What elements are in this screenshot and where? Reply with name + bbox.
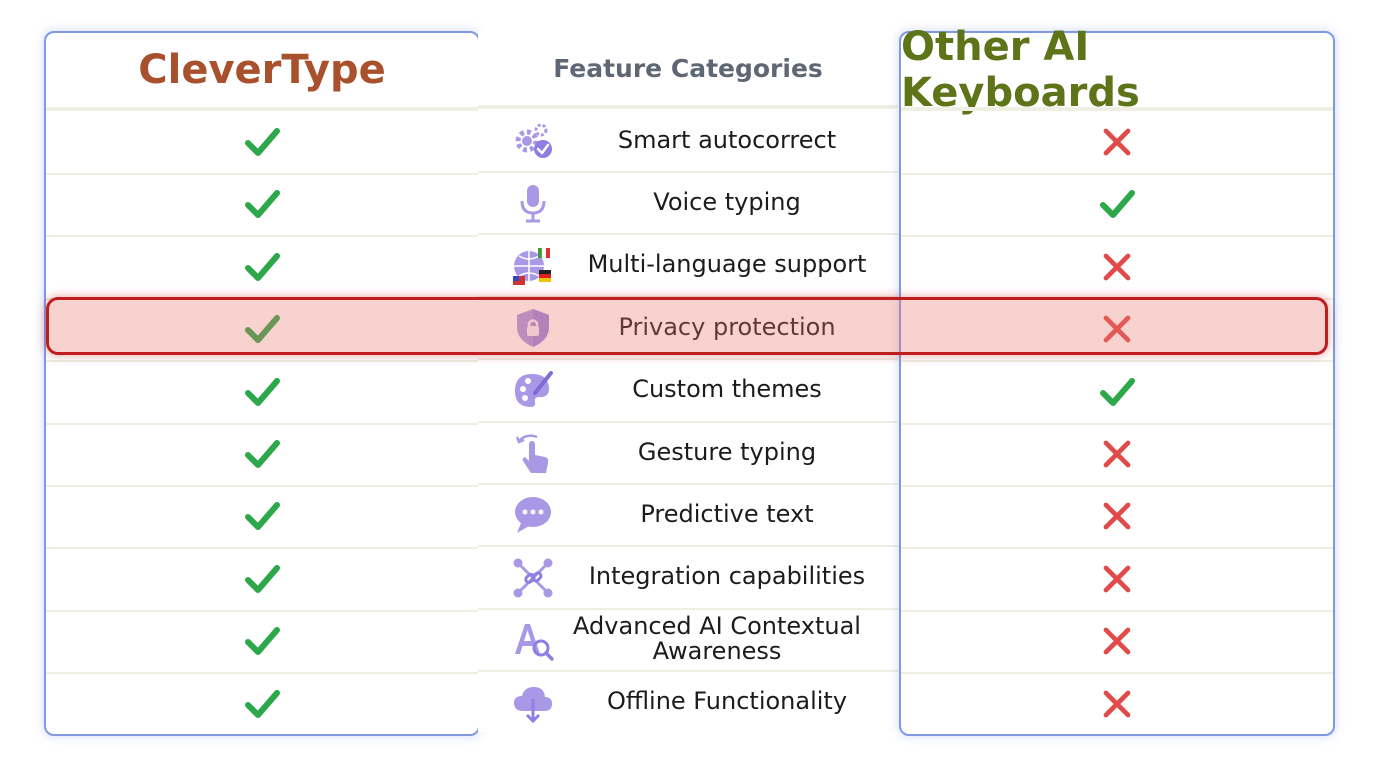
other-keyboards-column: Other AI Keyboards xyxy=(899,24,1335,736)
other-check-icon xyxy=(901,173,1333,238)
feature-row: Advanced AI Contextual Awareness xyxy=(478,608,898,673)
feature-label: Predictive text xyxy=(640,499,814,528)
feature-row: Integration capabilities xyxy=(478,546,898,610)
feature-row: Gesture typing xyxy=(478,421,898,485)
feature-label: Integration capabilities xyxy=(588,562,866,591)
clevertype-check-icon xyxy=(46,236,478,300)
clevertype-check-icon xyxy=(46,673,478,735)
clevertype-check-icon xyxy=(46,423,478,487)
shield-lock-icon xyxy=(510,306,556,350)
feature-row: Privacy protection xyxy=(478,296,898,361)
link-nodes-icon xyxy=(510,556,556,600)
feature-label: Custom themes xyxy=(632,375,822,404)
clevertype-check-icon xyxy=(46,173,478,238)
gears-check-icon xyxy=(510,119,556,163)
feature-label: Voice typing xyxy=(653,187,801,216)
clevertype-check-icon xyxy=(46,298,478,363)
clevertype-column: CleverType xyxy=(44,31,480,736)
feature-label: Offline Functionality xyxy=(606,687,848,716)
other-check-icon xyxy=(901,361,1333,425)
clevertype-check-icon xyxy=(46,485,478,550)
clevertype-check-icon xyxy=(46,610,478,675)
feature-row: Multi-language support xyxy=(478,234,898,298)
feature-row: Offline Functionality xyxy=(478,671,898,733)
feature-label: Smart autocorrect xyxy=(617,125,837,154)
feature-label: Advanced AI Contextual Awareness xyxy=(573,612,861,666)
microphone-icon xyxy=(510,181,556,225)
feature-categories-header: Feature Categories xyxy=(553,53,823,83)
other-keyboards-header: Other AI Keyboards xyxy=(901,24,1140,116)
text-search-icon xyxy=(510,618,556,662)
other-cross-icon xyxy=(901,423,1333,487)
feature-row: Voice typing xyxy=(478,171,898,236)
swipe-hand-icon xyxy=(510,431,556,475)
other-cross-icon xyxy=(901,485,1333,550)
cloud-download-icon xyxy=(510,681,556,725)
clevertype-header: CleverType xyxy=(138,47,386,93)
feature-row: Smart autocorrect xyxy=(478,109,898,173)
other-cross-icon xyxy=(901,111,1333,175)
clevertype-check-icon xyxy=(46,111,478,175)
globe-flags-icon xyxy=(510,244,556,288)
feature-label: Multi-language support xyxy=(587,250,867,279)
other-cross-icon xyxy=(901,610,1333,675)
clevertype-check-icon xyxy=(46,361,478,425)
chat-bubble-icon xyxy=(510,493,556,537)
feature-row: Predictive text xyxy=(478,483,898,548)
feature-label: Privacy protection xyxy=(618,312,836,341)
feature-categories-column: Feature Categories Smart autocorrect Voic… xyxy=(478,31,898,732)
other-cross-icon xyxy=(901,298,1333,363)
feature-row: Custom themes xyxy=(478,359,898,423)
other-cross-icon xyxy=(901,236,1333,300)
clevertype-check-icon xyxy=(46,548,478,612)
feature-label: Gesture typing xyxy=(637,437,817,466)
palette-icon xyxy=(510,369,556,413)
other-cross-icon xyxy=(901,673,1333,735)
other-cross-icon xyxy=(901,548,1333,612)
